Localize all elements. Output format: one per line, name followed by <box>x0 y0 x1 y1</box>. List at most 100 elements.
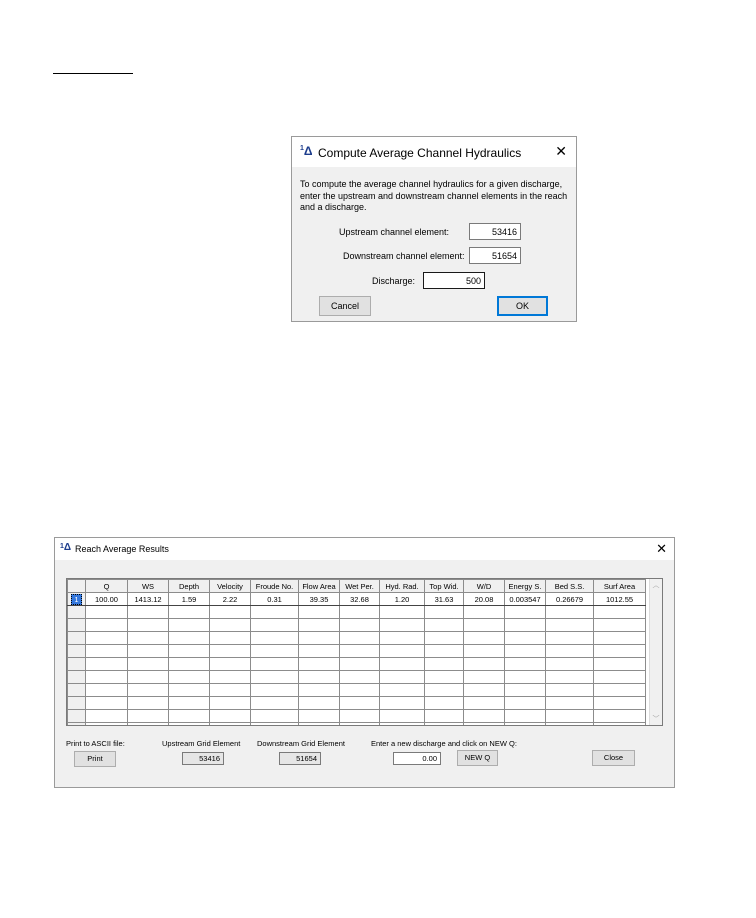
row-header[interactable] <box>67 722 86 725</box>
table-cell[interactable] <box>424 722 464 725</box>
table-row[interactable] <box>67 644 646 658</box>
table-cell[interactable] <box>250 670 299 684</box>
column-header[interactable]: Wet Per. <box>339 579 380 593</box>
table-cell[interactable] <box>209 722 251 725</box>
table-cell[interactable] <box>379 670 425 684</box>
new-discharge-input[interactable]: 0.00 <box>393 752 441 765</box>
table-row[interactable] <box>67 618 646 632</box>
table-cell[interactable] <box>545 683 594 697</box>
table-cell[interactable]: 100.00 <box>85 592 128 606</box>
table-cell[interactable] <box>379 709 425 723</box>
row-header[interactable] <box>67 696 86 710</box>
table-cell[interactable] <box>339 683 380 697</box>
table-cell[interactable] <box>379 683 425 697</box>
table-cell[interactable] <box>545 618 594 632</box>
table-cell[interactable] <box>593 631 646 645</box>
results-grid[interactable]: Q WS Depth Velocity Froude No. Flow Area Wet P… <box>66 578 663 726</box>
column-header[interactable]: Bed S.S. <box>545 579 594 593</box>
column-header[interactable]: Velocity <box>209 579 251 593</box>
table-cell[interactable] <box>85 709 128 723</box>
close-icon[interactable]: ✕ <box>656 542 667 555</box>
table-cell[interactable] <box>339 722 380 725</box>
table-cell[interactable] <box>545 657 594 671</box>
table-cell[interactable] <box>127 618 169 632</box>
table-cell[interactable] <box>85 722 128 725</box>
table-cell[interactable] <box>593 709 646 723</box>
table-cell[interactable] <box>168 683 210 697</box>
table-cell[interactable] <box>504 722 546 725</box>
table-cell[interactable] <box>298 644 340 658</box>
table-cell[interactable] <box>593 722 646 725</box>
table-cell[interactable] <box>463 722 505 725</box>
table-cell[interactable] <box>593 670 646 684</box>
column-header[interactable]: Energy S. <box>504 579 546 593</box>
table-cell[interactable]: 0.26679 <box>545 592 594 606</box>
table-cell[interactable] <box>339 657 380 671</box>
scroll-up-icon[interactable]: ︿ <box>650 580 662 590</box>
table-cell[interactable] <box>298 631 340 645</box>
new-q-button[interactable]: NEW Q <box>457 750 498 766</box>
table-cell[interactable] <box>463 709 505 723</box>
cancel-button[interactable]: Cancel <box>319 296 371 316</box>
table-cell[interactable] <box>168 709 210 723</box>
table-cell[interactable]: 32.68 <box>339 592 380 606</box>
close-icon[interactable]: ✕ <box>555 144 567 158</box>
table-cell[interactable] <box>545 631 594 645</box>
table-row[interactable] <box>67 670 646 684</box>
table-cell[interactable] <box>504 709 546 723</box>
column-header[interactable]: Q <box>85 579 128 593</box>
table-cell[interactable] <box>504 644 546 658</box>
table-cell[interactable] <box>209 709 251 723</box>
table-cell[interactable] <box>379 605 425 619</box>
column-header[interactable]: WS <box>127 579 169 593</box>
column-header[interactable]: Froude No. <box>250 579 299 593</box>
row-header[interactable] <box>67 605 86 619</box>
table-cell[interactable] <box>463 644 505 658</box>
row-header[interactable] <box>67 670 86 684</box>
upstream-input[interactable]: 53416 <box>469 223 521 240</box>
table-cell[interactable] <box>127 605 169 619</box>
row-header[interactable] <box>67 644 86 658</box>
table-cell[interactable] <box>504 696 546 710</box>
table-cell[interactable] <box>504 631 546 645</box>
table-cell[interactable] <box>379 657 425 671</box>
table-cell[interactable] <box>209 631 251 645</box>
table-cell[interactable] <box>85 631 128 645</box>
table-cell[interactable]: 39.35 <box>298 592 340 606</box>
table-cell[interactable] <box>593 644 646 658</box>
ok-button[interactable]: OK <box>497 296 548 316</box>
table-cell[interactable] <box>424 605 464 619</box>
table-cell[interactable] <box>424 618 464 632</box>
table-row[interactable] <box>67 709 646 723</box>
table-cell[interactable]: 1012.55 <box>593 592 646 606</box>
table-cell[interactable] <box>127 683 169 697</box>
table-cell[interactable]: 31.63 <box>424 592 464 606</box>
table-cell[interactable] <box>168 670 210 684</box>
table-cell[interactable] <box>85 644 128 658</box>
table-cell[interactable] <box>593 657 646 671</box>
table-cell[interactable] <box>545 722 594 725</box>
table-row[interactable] <box>67 605 646 619</box>
table-cell[interactable] <box>250 696 299 710</box>
table-cell[interactable] <box>250 657 299 671</box>
table-cell[interactable] <box>424 683 464 697</box>
close-button[interactable]: Close <box>592 750 635 766</box>
table-row[interactable] <box>67 657 646 671</box>
table-cell[interactable] <box>463 605 505 619</box>
table-cell[interactable] <box>379 644 425 658</box>
table-row[interactable] <box>67 631 646 645</box>
column-header[interactable]: Surf Area <box>593 579 646 593</box>
table-cell[interactable]: 20.08 <box>463 592 505 606</box>
table-cell[interactable] <box>545 709 594 723</box>
column-header[interactable]: W/D <box>463 579 505 593</box>
row-header[interactable] <box>67 631 86 645</box>
table-cell[interactable] <box>593 618 646 632</box>
table-cell[interactable] <box>85 683 128 697</box>
row-header[interactable]: 1 <box>67 592 86 606</box>
table-cell[interactable] <box>250 631 299 645</box>
table-cell[interactable] <box>545 696 594 710</box>
table-cell[interactable] <box>298 683 340 697</box>
table-cell[interactable] <box>209 605 251 619</box>
table-cell[interactable] <box>168 696 210 710</box>
table-cell[interactable]: 1.59 <box>168 592 210 606</box>
